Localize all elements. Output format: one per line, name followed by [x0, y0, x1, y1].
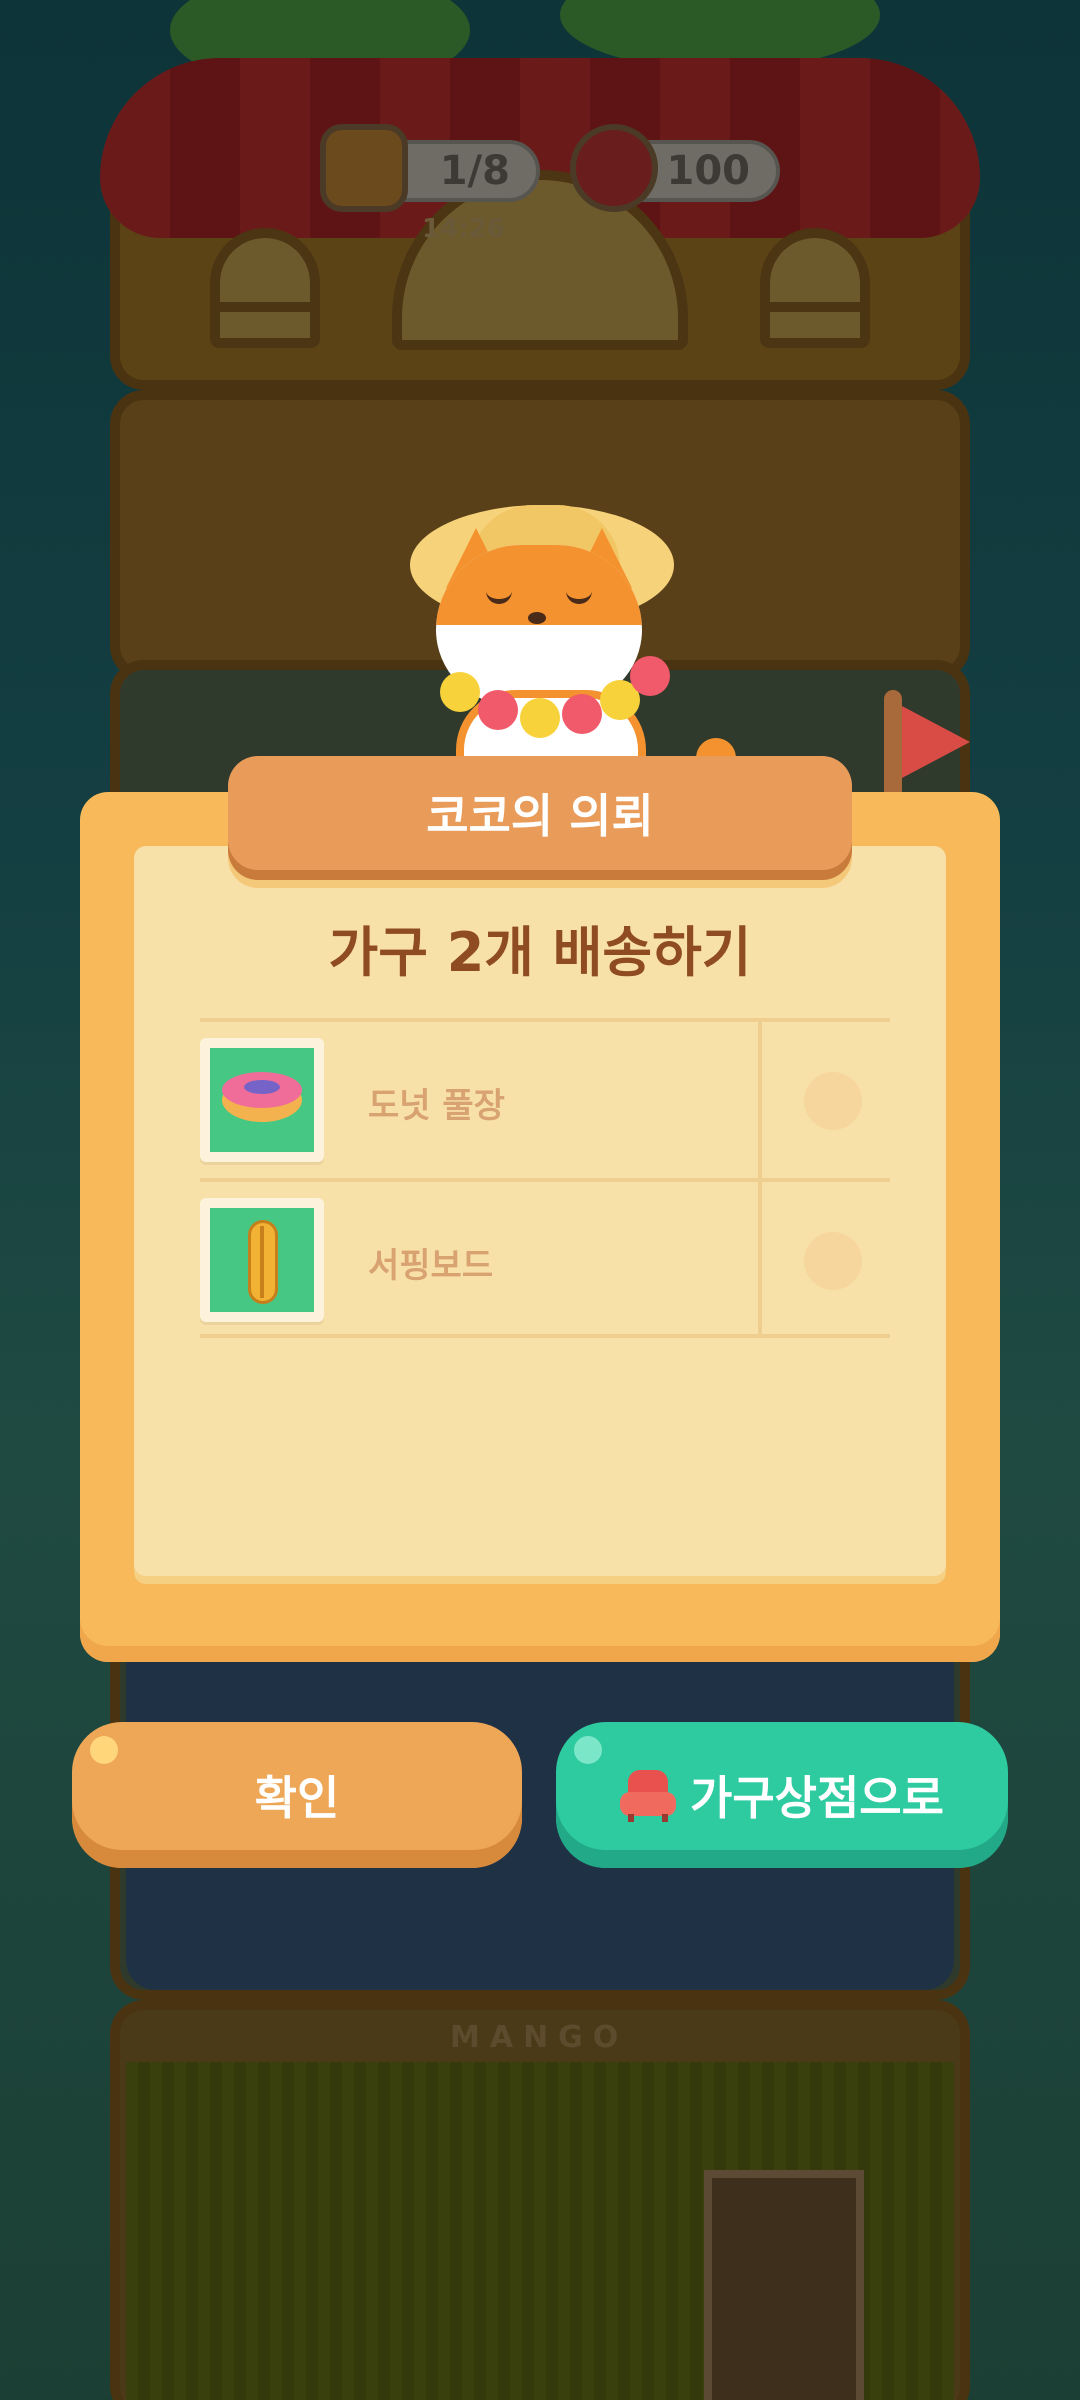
confirm-button-label: 확인 [254, 1771, 340, 1825]
window-left [210, 228, 320, 348]
can-counter-value: 100 [666, 148, 751, 194]
completion-indicator [804, 1072, 862, 1130]
request-card: 가구 2개 배송하기 도넛 풀장 서핑보드 [134, 846, 946, 1576]
lei-flower [630, 656, 670, 696]
flag-pole [884, 690, 902, 800]
quest-title: 가구 2개 배송하기 [328, 921, 752, 984]
lei-flower [478, 690, 518, 730]
item-label: 서핑보드 [368, 1246, 494, 1286]
completion-indicator [804, 1232, 862, 1290]
jam-counter-value: 1/8 [439, 148, 510, 194]
item-thumbnail [200, 1038, 324, 1162]
lei-flower [440, 672, 480, 712]
delivery-item-list: 도넛 풀장 서핑보드 [200, 1018, 890, 1338]
confirm-button[interactable]: 확인 [72, 1722, 522, 1868]
red-flag-icon [902, 706, 970, 778]
furniture-shop-button-label: 가구상점으로 [690, 1771, 944, 1825]
lei-flower [520, 698, 560, 738]
button-shine [574, 1736, 602, 1764]
bookshelf [704, 2170, 864, 2400]
list-item: 도넛 풀장 [200, 1018, 890, 1178]
list-item: 서핑보드 [200, 1178, 890, 1338]
item-thumbnail [200, 1198, 324, 1322]
window-right [760, 228, 870, 348]
furniture-shop-button[interactable]: 가구상점으로 [556, 1722, 1008, 1868]
item-label: 도넛 풀장 [368, 1086, 505, 1126]
jam-jar-icon [320, 124, 408, 212]
sofa-icon [620, 1770, 677, 1822]
lei-flower [562, 694, 602, 734]
column-divider [758, 1022, 762, 1178]
cat-nose [528, 612, 546, 624]
tuna-can-icon [570, 124, 658, 212]
jam-timer: 14:26 [422, 214, 505, 244]
dialog-title: 코코의 의뢰 [228, 756, 852, 870]
surfboard-icon [210, 1208, 314, 1312]
button-shine [90, 1736, 118, 1764]
house-sign: MANGO [450, 2020, 629, 2055]
column-divider [758, 1182, 762, 1334]
donut-pool-icon [210, 1048, 314, 1152]
